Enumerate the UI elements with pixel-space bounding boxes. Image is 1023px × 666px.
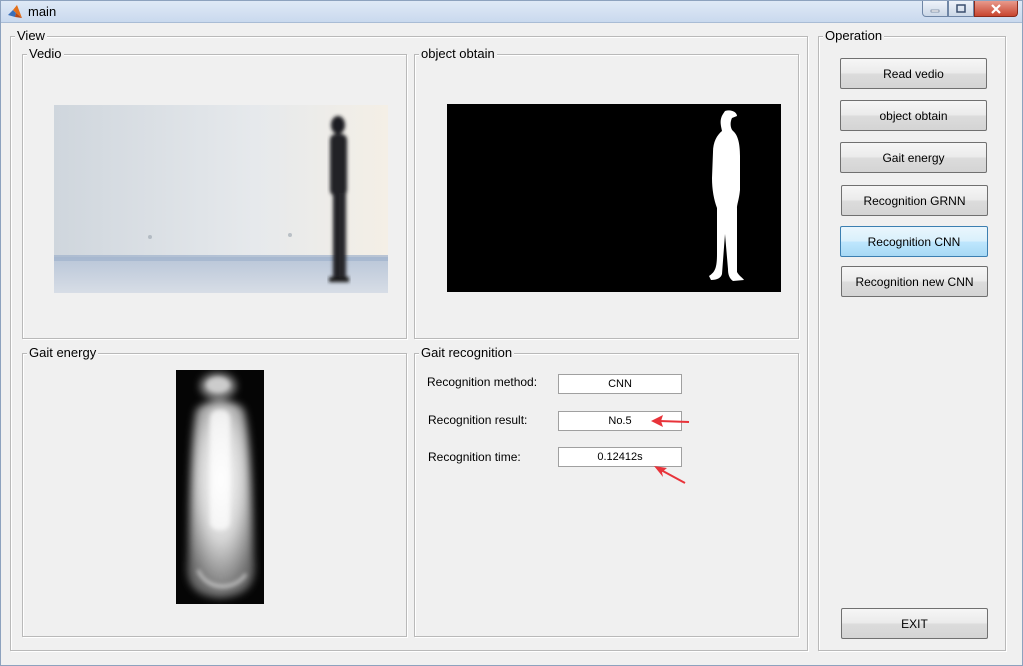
recognition-result-label: Recognition result: xyxy=(428,413,528,427)
gait-energy-button[interactable]: Gait energy xyxy=(840,142,987,173)
object-obtain-panel-title: object obtain xyxy=(419,46,497,62)
silhouette-image xyxy=(447,104,781,292)
gait-energy-image xyxy=(176,370,264,604)
main-window: main View Vedio object obtain Gait energ… xyxy=(0,0,1023,666)
recognition-grnn-button[interactable]: Recognition GRNN xyxy=(841,185,988,216)
vedio-panel-title: Vedio xyxy=(27,46,64,62)
annotation-arrow-result xyxy=(651,415,690,427)
object-obtain-button[interactable]: object obtain xyxy=(840,100,987,131)
exit-button[interactable]: EXIT xyxy=(841,608,988,639)
window-controls xyxy=(922,1,1018,17)
recognition-method-field: CNN xyxy=(558,374,682,394)
title-bar[interactable]: main xyxy=(1,1,1022,23)
recognition-new-cnn-button[interactable]: Recognition new CNN xyxy=(841,266,988,297)
matlab-icon xyxy=(8,5,22,18)
maximize-button[interactable] xyxy=(948,1,974,17)
gait-recognition-panel-title: Gait recognition xyxy=(419,345,515,361)
video-frame-image xyxy=(54,105,388,293)
minimize-icon xyxy=(930,9,940,12)
recognition-method-label: Recognition method: xyxy=(427,375,538,389)
read-vedio-button[interactable]: Read vedio xyxy=(840,58,987,89)
view-panel-title: View xyxy=(15,28,47,44)
operation-panel-title: Operation xyxy=(823,28,885,44)
recognition-time-label: Recognition time: xyxy=(428,450,521,464)
close-icon xyxy=(991,3,1001,14)
recognition-cnn-button[interactable]: Recognition CNN xyxy=(840,226,988,257)
minimize-button[interactable] xyxy=(922,1,948,17)
close-button[interactable] xyxy=(974,1,1018,17)
annotation-arrow-time xyxy=(654,466,686,484)
maximize-icon xyxy=(956,4,966,13)
window-title: main xyxy=(28,4,57,19)
gait-recognition-panel: Gait recognition xyxy=(414,345,799,637)
gait-energy-panel-title: Gait energy xyxy=(27,345,99,361)
